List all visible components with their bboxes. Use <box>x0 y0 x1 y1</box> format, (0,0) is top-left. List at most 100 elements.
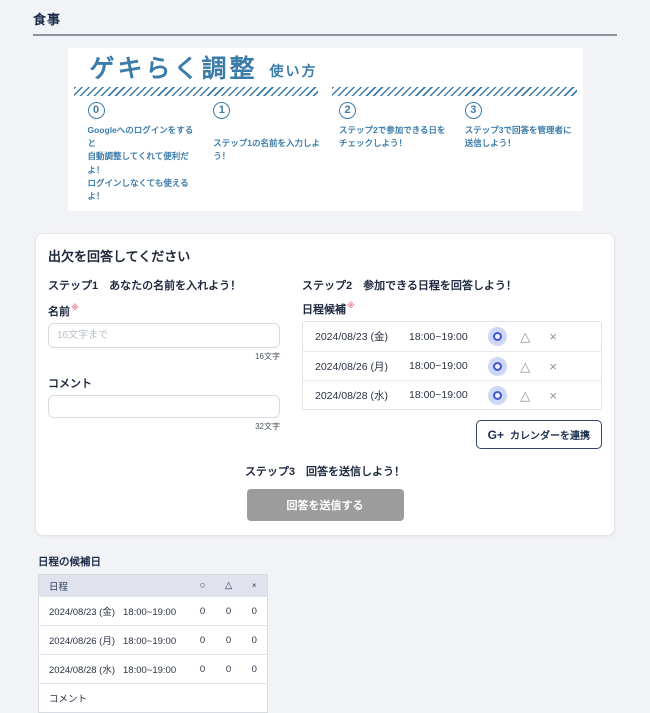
step-1-number-icon: 1 <box>213 102 231 119</box>
triangle-count: 0 <box>215 596 242 626</box>
triangle-option[interactable]: △ <box>516 327 535 346</box>
header-divider <box>33 34 617 36</box>
step-0-text: Googleへのログインをすると 自動調整してくれて便利だよ！ ログインしなくて… <box>87 125 194 201</box>
time-label: 18:00~19:00 <box>409 389 468 402</box>
cross-count: 0 <box>241 625 268 655</box>
time-label: 18:00~19:00 <box>123 607 177 619</box>
calendar-button-label: カレンダーを連携 <box>510 431 590 443</box>
triangle-count: 0 <box>215 625 242 655</box>
howto-banner: ゲキらく調整 使い方 0 Googleへのログインをすると 自動調整してくれて便… <box>67 48 583 212</box>
table-row: 2024/08/26 (月) 18:00~19:00 0 0 0 <box>38 625 268 655</box>
time-label: 18:00~19:00 <box>123 636 177 648</box>
banner-title-row: ゲキらく調整 使い方 <box>90 54 577 84</box>
required-mark: ※ <box>71 303 79 313</box>
comment-input[interactable] <box>48 395 280 419</box>
circle-icon <box>492 390 502 400</box>
triangle-icon: △ <box>520 358 531 374</box>
banner-title: ゲキらく調整 <box>89 55 258 83</box>
table-header-row: 日程 ○ △ × <box>38 574 268 597</box>
triangle-icon: △ <box>520 387 531 403</box>
step2-heading: ステップ2 参加できる日程を回答しよう！ <box>302 280 517 293</box>
cross-column-header: × <box>241 574 268 597</box>
step3-heading: ステップ3 回答を送信しよう！ <box>244 466 406 479</box>
date-label: 2024/08/26 (月) <box>49 636 116 648</box>
circle-halo <box>487 327 507 347</box>
name-char-limit: 16文字 <box>255 352 280 362</box>
name-input[interactable] <box>48 323 280 349</box>
banner-step-2: 2 ステップ2で参加できる日を チェックしよう！ <box>325 102 451 203</box>
triangle-column-header: △ <box>215 574 242 597</box>
circle-count: 0 <box>189 625 216 655</box>
attendance-options: △ × <box>487 356 563 376</box>
table-comment-row: コメント <box>38 683 268 713</box>
form-title: 出欠を回答してください <box>48 249 191 265</box>
step-2-number-icon: 2 <box>339 102 356 119</box>
banner-subtitle: 使い方 <box>269 63 318 79</box>
cross-option[interactable]: × <box>544 357 563 376</box>
date-row: 2024/08/28 (水) 18:00~19:00 △ × <box>303 380 601 409</box>
cross-option[interactable]: × <box>544 327 563 346</box>
summary-title: 日程の候補日 <box>38 556 101 569</box>
step-3-number-icon: 3 <box>464 102 482 119</box>
hatch-stripe-right <box>332 87 577 96</box>
table-row: 2024/08/28 (水) 18:00~19:00 0 0 0 <box>38 654 268 684</box>
date-row: 2024/08/26 (月) 18:00~19:00 △ × <box>303 351 601 380</box>
submit-answer-button[interactable]: 回答を送信する <box>246 489 404 522</box>
step-1-text: ステップ1の名前を入力しよう！ <box>213 138 320 162</box>
cross-option[interactable]: × <box>544 386 563 405</box>
date-column-header: 日程 <box>38 574 190 597</box>
time-label: 18:00~19:00 <box>409 330 468 343</box>
hatch-stripe-left <box>73 87 318 96</box>
step-0-number-icon: 0 <box>87 102 105 119</box>
triangle-option[interactable]: △ <box>516 357 535 376</box>
summary-section: 日程の候補日 日程 ○ △ × 2024/08/23 (金) 18:00~19:0… <box>38 554 268 713</box>
page-title: 食事 <box>33 12 62 27</box>
cross-icon: × <box>549 329 557 345</box>
date-label: 2024/08/26 (月) <box>315 360 388 373</box>
candidate-dates-table: 日程 ○ △ × 2024/08/23 (金) 18:00~19:00 0 0 0… <box>38 574 268 713</box>
triangle-option[interactable]: △ <box>516 386 535 405</box>
step-2-text: ステップ2で参加できる日を チェックしよう！ <box>339 125 446 149</box>
comment-label: コメント <box>48 378 92 391</box>
comment-row-label: コメント <box>38 683 268 713</box>
cross-count: 0 <box>241 654 268 684</box>
date-candidate-list: 2024/08/23 (金) 18:00~19:00 △ × 2024/08/2… <box>302 321 602 411</box>
page-header: 食事 <box>0 0 650 36</box>
calendar-row: G+ カレンダーを連携 <box>302 420 602 450</box>
banner-step-1: 1 ステップ1の名前を入力しよう！ <box>199 102 325 203</box>
triangle-icon: △ <box>520 329 531 345</box>
circle-halo <box>487 356 507 376</box>
circle-option-selected[interactable] <box>487 356 507 376</box>
circle-halo <box>487 385 507 405</box>
banner-step-3: 3 ステップ3で回答を管理者に 送信しよう！ <box>451 102 577 203</box>
cross-count: 0 <box>241 596 268 626</box>
circle-option-selected[interactable] <box>487 327 507 347</box>
triangle-count: 0 <box>215 654 242 684</box>
comment-char-limit: 32文字 <box>255 422 280 432</box>
response-form-card: 出欠を回答してください ステップ1 あなたの名前を入れよう！ 名前※ 16文字 … <box>35 233 615 537</box>
step1-heading: ステップ1 あなたの名前を入れよう！ <box>48 280 242 293</box>
table-row: 2024/08/23 (金) 18:00~19:00 0 0 0 <box>38 596 268 626</box>
calendar-link-button[interactable]: G+ カレンダーを連携 <box>475 420 602 450</box>
circle-icon <box>492 361 502 371</box>
banner-step-0: 0 Googleへのログインをすると 自動調整してくれて便利だよ！ ログインしな… <box>74 102 200 203</box>
name-label: 名前※ <box>48 303 79 319</box>
date-label: 2024/08/28 (水) <box>49 665 116 677</box>
cross-icon: × <box>549 358 557 374</box>
step3-section: ステップ3 回答を送信しよう！ 回答を送信する <box>48 463 602 522</box>
circle-option-selected[interactable] <box>487 385 507 405</box>
attendance-options: △ × <box>487 385 563 405</box>
hatch-stripes <box>73 87 577 96</box>
banner-steps: 0 Googleへのログインをすると 自動調整してくれて便利だよ！ ログインしな… <box>74 102 577 203</box>
date-label: 2024/08/23 (金) <box>49 607 116 619</box>
circle-count: 0 <box>189 654 216 684</box>
date-candidates-label: 日程候補※ <box>302 301 355 317</box>
cross-icon: × <box>549 387 557 403</box>
form-columns: ステップ1 あなたの名前を入れよう！ 名前※ 16文字 コメント 32文字 ステ… <box>48 277 602 450</box>
date-row: 2024/08/23 (金) 18:00~19:00 △ × <box>303 322 601 351</box>
time-label: 18:00~19:00 <box>409 360 468 373</box>
step1-section: ステップ1 あなたの名前を入れよう！ 名前※ 16文字 コメント 32文字 <box>48 277 280 449</box>
circle-column-header: ○ <box>189 574 216 597</box>
step-3-text: ステップ3で回答を管理者に 送信しよう！ <box>464 125 572 149</box>
google-icon: G+ <box>487 427 504 442</box>
